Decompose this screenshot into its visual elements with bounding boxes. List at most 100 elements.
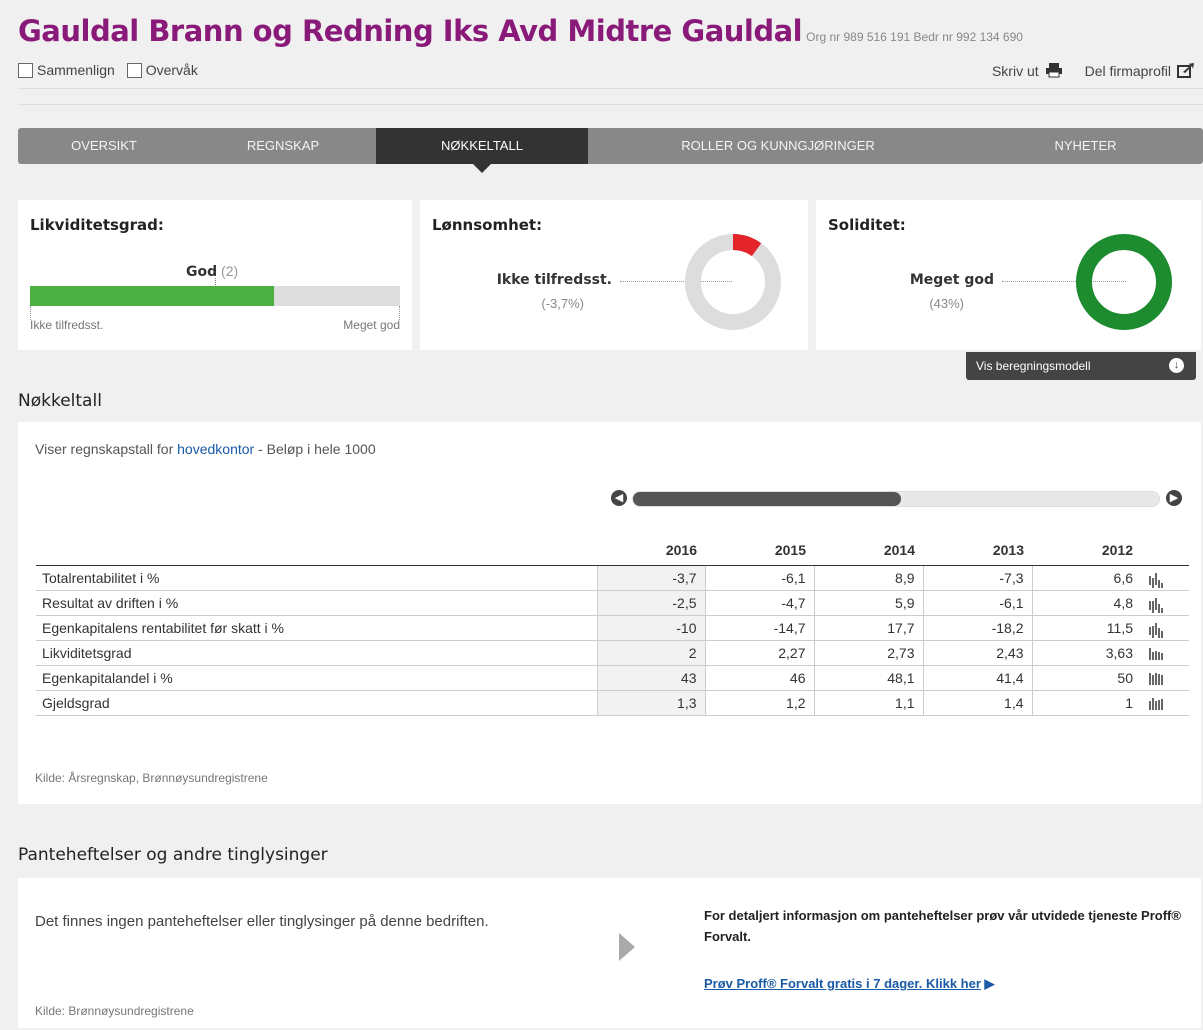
sparkline-bar <box>1155 701 1157 711</box>
tab-nyheter[interactable]: NYHETER <box>968 128 1203 164</box>
sparkline-bar <box>1161 608 1163 614</box>
sparkline-bar <box>1158 604 1160 614</box>
print-label: Skriv ut <box>991 63 1039 79</box>
value-cell: 2,27 <box>704 640 814 666</box>
row-label: Likviditetsgrad <box>36 640 597 666</box>
sparkline-icon[interactable] <box>1141 590 1189 616</box>
watch-checkbox[interactable]: Overvåk <box>126 62 198 78</box>
liquidity-high-label: Meget god <box>343 318 400 332</box>
sparkline-bar <box>1161 631 1163 639</box>
sparkline-icon[interactable] <box>1141 565 1189 591</box>
profitability-value: (-3,7%) <box>541 296 584 311</box>
value-cell: 11,5 <box>1031 615 1141 641</box>
table-header-row: 2016 2015 2014 2013 2012 <box>36 535 1189 566</box>
share-link[interactable]: Del firmaprofil <box>1085 62 1195 81</box>
tab-regnskap[interactable]: REGNSKAP <box>190 128 376 164</box>
liquidity-card: Likviditetsgrad: God (2) Ikke tilfredsst… <box>18 200 412 350</box>
print-link[interactable]: Skriv ut <box>992 62 1063 81</box>
hovedkontor-link[interactable]: hovedkontor <box>177 441 254 457</box>
tab-bar: OVERSIKT REGNSKAP NØKKELTALL ROLLER OG K… <box>18 128 1203 173</box>
checkbox-icon[interactable] <box>18 62 33 78</box>
sparkline-bar <box>1149 576 1151 586</box>
tab-oversikt[interactable]: OVERSIKT <box>18 128 190 164</box>
intro-suffix: - Beløp i hele 1000 <box>254 441 376 457</box>
company-name: Gauldal Brann og Redning Iks Avd Midtre … <box>18 14 803 48</box>
tab-nokkeltall[interactable]: NØKKELTALL <box>376 128 588 173</box>
value-cell: -4,7 <box>704 590 814 616</box>
sparkline-icon[interactable] <box>1141 665 1189 691</box>
arrow-right-icon <box>619 933 635 961</box>
value-cell: 5,9 <box>813 590 923 616</box>
intro-prefix: Viser regnskapstall for <box>35 441 178 457</box>
value-cell: 6,6 <box>1031 565 1141 591</box>
sparkline-bar <box>1158 674 1160 686</box>
table-row: Resultat av driften i % -2,5 -4,7 5,9 -6,1 4,… <box>36 590 1189 616</box>
row-label: Egenkapitalandel i % <box>36 665 597 691</box>
company-title: Gauldal Brann og Redning Iks Avd Midtre … <box>18 14 1023 48</box>
show-model-button[interactable]: Vis beregningsmodell ↓ <box>966 352 1196 380</box>
compare-checkbox[interactable]: Sammenlign <box>18 62 115 78</box>
year-scrollbar[interactable] <box>632 491 1160 507</box>
liens-text: Det finnes ingen panteheftelser eller ti… <box>35 913 489 930</box>
forvalt-cta-link[interactable]: Prøv Proff® Forvalt gratis i 7 dager. Kl… <box>704 976 981 991</box>
divider <box>18 104 1203 105</box>
play-icon: ▶ <box>984 976 995 991</box>
liquidity-bar <box>30 286 400 306</box>
sparkline-icon[interactable] <box>1141 640 1189 666</box>
value-cell: 41,4 <box>922 665 1032 691</box>
liquidity-title: Likviditetsgrad: <box>30 216 164 234</box>
sparkline-bar <box>1149 648 1151 661</box>
value-cell: -10 <box>596 615 705 641</box>
solidity-donut <box>1076 234 1172 330</box>
sparkline-icon[interactable] <box>1141 690 1189 716</box>
solidity-card: Soliditet: Meget god (43%) <box>816 200 1201 350</box>
sparkline-bar <box>1158 580 1160 589</box>
table-row: Egenkapitalens rentabilitet før skatt i … <box>36 615 1189 641</box>
sparkline-bar <box>1152 601 1154 614</box>
sparkline-icon[interactable] <box>1141 615 1189 641</box>
tab-roller[interactable]: ROLLER OG KUNNGJØRINGER <box>588 128 968 164</box>
value-cell: -6,1 <box>704 565 814 591</box>
value-cell: -18,2 <box>922 615 1032 641</box>
value-cell: 2,43 <box>922 640 1032 666</box>
profitability-title: Lønnsomhet: <box>432 216 543 234</box>
year-header: 2015 <box>705 535 814 566</box>
liquidity-rating-text: God <box>186 264 218 280</box>
sparkline-bar <box>1152 626 1154 639</box>
year-header: 2014 <box>814 535 923 566</box>
sparkline-bar <box>1152 675 1154 686</box>
table-row: Likviditetsgrad 2 2,27 2,73 2,43 3,63 <box>36 640 1189 666</box>
scroll-right-icon[interactable]: ▶ <box>1166 490 1182 506</box>
share-icon <box>1177 62 1195 81</box>
value-cell: 1,2 <box>704 690 814 716</box>
sparkline-bar <box>1161 583 1163 589</box>
liens-info: For detaljert informasjon om panteheftel… <box>704 908 1181 944</box>
row-label: Egenkapitalens rentabilitet før skatt i … <box>36 615 597 641</box>
share-label: Del firmaprofil <box>1084 63 1171 79</box>
profitability-card: Lønnsomhet: Ikke tilfredsst. (-3,7%) <box>420 200 808 350</box>
forvalt-cta[interactable]: Prøv Proff® Forvalt gratis i 7 dager. Kl… <box>704 976 995 992</box>
value-cell: -3,7 <box>596 565 705 591</box>
watch-label: Overvåk <box>145 62 198 78</box>
sparkline-bar <box>1158 652 1160 661</box>
liens-title: Panteheftelser og andre tinglysinger <box>18 845 328 865</box>
profitability-donut <box>685 234 781 330</box>
sparkline-bar <box>1161 699 1163 711</box>
liens-source: Kilde: Brønnøysundregistrene <box>35 1004 194 1018</box>
keyfigures-title: Nøkkeltall <box>18 391 102 411</box>
value-cell: -14,7 <box>704 615 814 641</box>
scroll-left-icon[interactable]: ◀ <box>611 490 627 506</box>
value-cell: 46 <box>704 665 814 691</box>
value-cell: 43 <box>596 665 705 691</box>
value-cell: 1,1 <box>813 690 923 716</box>
show-model-label: Vis beregningsmodell <box>976 359 1091 373</box>
checkbox-icon[interactable] <box>126 62 142 78</box>
liquidity-low-label: Ikke tilfredsst. <box>30 318 104 332</box>
sparkline-bar <box>1152 652 1154 661</box>
table-row: Egenkapitalandel i % 43 46 48,1 41,4 50 <box>36 665 1189 691</box>
scroll-thumb[interactable] <box>633 492 901 506</box>
profitability-rating: Ikke tilfredsst. <box>496 272 612 288</box>
org-number: Org nr 989 516 191 Bedr nr 992 134 690 <box>806 30 1023 44</box>
value-cell: 2,73 <box>813 640 923 666</box>
sparkline-bar <box>1155 651 1157 661</box>
